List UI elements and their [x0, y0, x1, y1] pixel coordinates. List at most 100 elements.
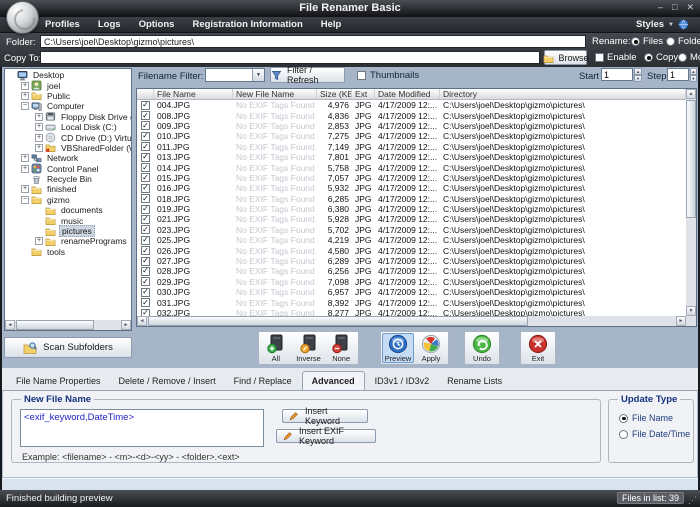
row-checkbox[interactable]: ✓ — [141, 225, 150, 234]
start-input[interactable] — [601, 68, 633, 81]
row-checkbox[interactable]: ✓ — [141, 288, 150, 297]
update-file-datetime-radio[interactable] — [619, 430, 628, 439]
row-checkbox[interactable]: ✓ — [141, 173, 150, 182]
maximize-button[interactable]: □ — [672, 2, 677, 12]
insert-exif-keyword-button[interactable]: Insert EXIF Keyword — [276, 429, 376, 443]
menu-help[interactable]: Help — [312, 19, 351, 30]
tab-find-replace[interactable]: Find / Replace — [226, 373, 300, 390]
table-row[interactable]: ✓008.JPGNo EXIF Tags Found4,836JPG4/17/2… — [137, 110, 686, 120]
start-down-icon[interactable]: ▼ — [634, 75, 642, 82]
menu-profiles[interactable]: Profiles — [36, 19, 89, 30]
apply-button[interactable]: Apply — [415, 333, 447, 363]
tree-expander-icon[interactable]: + — [35, 113, 43, 121]
scroll-up-icon[interactable]: ▲ — [686, 89, 696, 99]
tree-expander-icon[interactable]: − — [21, 102, 29, 110]
resize-grip[interactable]: ⋰ — [688, 495, 698, 505]
tree-item-recycle-bin[interactable]: +Recycle Bin — [5, 174, 131, 184]
tree-item-finished[interactable]: +finished — [5, 184, 131, 194]
tab-file-name-properties[interactable]: File Name Properties — [8, 373, 109, 390]
step-down-icon[interactable]: ▼ — [690, 75, 697, 82]
rename-folders-radio[interactable] — [666, 37, 675, 46]
row-checkbox[interactable]: ✓ — [141, 153, 150, 162]
column-header-directory[interactable]: Directory — [440, 89, 686, 99]
tree-item-floppy-disk-drive-a[interactable]: +Floppy Disk Drive (A:) — [5, 112, 131, 122]
tree-item-network[interactable]: +Network — [5, 153, 131, 163]
tab-delete-remove-insert[interactable]: Delete / Remove / Insert — [111, 373, 224, 390]
tree-expander-icon[interactable]: + — [21, 185, 29, 193]
row-checkbox[interactable]: ✓ — [141, 267, 150, 276]
update-file-name-radio[interactable] — [619, 414, 628, 423]
tree-item-desktop[interactable]: +Desktop — [5, 70, 131, 80]
tree-item-documents[interactable]: +documents — [5, 205, 131, 215]
table-row[interactable]: ✓015.JPGNo EXIF Tags Found7,057JPG4/17/2… — [137, 173, 686, 183]
scan-subfolders-button[interactable]: Scan Subfolders — [4, 337, 132, 358]
menu-options[interactable]: Options — [130, 19, 184, 30]
table-row[interactable]: ✓023.JPGNo EXIF Tags Found5,702JPG4/17/2… — [137, 225, 686, 235]
menu-logs[interactable]: Logs — [89, 19, 130, 30]
exit-button[interactable]: Exit — [522, 333, 554, 363]
tree-expander-icon[interactable]: + — [35, 144, 43, 152]
inverse-button[interactable]: Inverse — [293, 333, 325, 363]
tree-expander-icon[interactable]: + — [35, 134, 43, 142]
start-stepper[interactable]: ▲▼ — [601, 68, 642, 81]
none-button[interactable]: None — [325, 333, 357, 363]
move-radio[interactable] — [678, 53, 687, 62]
scroll-left-icon[interactable]: ◄ — [137, 316, 147, 326]
scroll-down-icon[interactable]: ▼ — [686, 306, 696, 316]
filename-filter-combobox[interactable]: ▼ — [205, 68, 265, 82]
table-row[interactable]: ✓027.JPGNo EXIF Tags Found6,289JPG4/17/2… — [137, 256, 686, 266]
table-row[interactable]: ✓030.JPGNo EXIF Tags Found6,957JPG4/17/2… — [137, 287, 686, 297]
table-row[interactable]: ✓016.JPGNo EXIF Tags Found5,932JPG4/17/2… — [137, 183, 686, 193]
table-row[interactable]: ✓011.JPGNo EXIF Tags Found7,149JPG4/17/2… — [137, 142, 686, 152]
tree-item-vbsharedfolder-vboxsvr-2[interactable]: +VBSharedFolder (\\vboxsvr) (2 — [5, 143, 131, 153]
tree-item-renameprograms[interactable]: +renamePrograms — [5, 236, 131, 246]
browse-button[interactable]: Browse — [544, 50, 587, 65]
scroll-left-icon[interactable]: ◄ — [5, 320, 15, 330]
step-stepper[interactable]: ▲▼ — [667, 68, 697, 81]
table-row[interactable]: ✓031.JPGNo EXIF Tags Found8,392JPG4/17/2… — [137, 297, 686, 307]
table-row[interactable]: ✓029.JPGNo EXIF Tags Found7,098JPG4/17/2… — [137, 277, 686, 287]
table-row[interactable]: ✓032.JPGNo EXIF Tags Found8,277JPG4/17/2… — [137, 308, 686, 316]
row-checkbox[interactable]: ✓ — [141, 101, 150, 110]
preview-button[interactable]: Preview — [382, 333, 414, 363]
folder-input[interactable] — [40, 35, 586, 48]
row-checkbox[interactable]: ✓ — [141, 121, 150, 130]
tree-item-public[interactable]: +Public — [5, 91, 131, 101]
table-row[interactable]: ✓010.JPGNo EXIF Tags Found7,275JPG4/17/2… — [137, 131, 686, 141]
tree-item-computer[interactable]: −Computer — [5, 101, 131, 111]
row-checkbox[interactable]: ✓ — [141, 111, 150, 120]
enable-checkbox[interactable] — [595, 53, 604, 62]
row-checkbox[interactable]: ✓ — [141, 277, 150, 286]
table-row[interactable]: ✓028.JPGNo EXIF Tags Found6,256JPG4/17/2… — [137, 266, 686, 276]
scroll-right-icon[interactable]: ► — [676, 316, 686, 326]
row-checkbox[interactable]: ✓ — [141, 215, 150, 224]
tree-expander-icon[interactable]: + — [21, 165, 29, 173]
row-checkbox[interactable]: ✓ — [141, 184, 150, 193]
row-checkbox[interactable]: ✓ — [141, 236, 150, 245]
row-checkbox[interactable]: ✓ — [141, 194, 150, 203]
step-input[interactable] — [667, 68, 689, 81]
tree-item-pictures[interactable]: +pictures — [5, 226, 131, 236]
tree-horizontal-scrollbar[interactable]: ◄ ► — [5, 320, 131, 330]
tree-item-gizmo[interactable]: −gizmo — [5, 195, 131, 205]
tree-item-control-panel[interactable]: +Control Panel — [5, 164, 131, 174]
table-row[interactable]: ✓013.JPGNo EXIF Tags Found7,801JPG4/17/2… — [137, 152, 686, 162]
tree-item-local-disk-c[interactable]: +Local Disk (C:) — [5, 122, 131, 132]
row-checkbox[interactable]: ✓ — [141, 132, 150, 141]
row-checkbox[interactable]: ✓ — [141, 257, 150, 266]
tree-expander-icon[interactable]: + — [35, 237, 43, 245]
insert-keyword-button[interactable]: Insert Keyword — [282, 409, 368, 423]
table-row[interactable]: ✓026.JPGNo EXIF Tags Found4,580JPG4/17/2… — [137, 245, 686, 255]
tree-expander-icon[interactable]: + — [21, 154, 29, 162]
tree-item-cd-drive-d-virtualbox-guest[interactable]: +CD Drive (D:) VirtualBox Guest — [5, 132, 131, 142]
row-checkbox[interactable]: ✓ — [141, 205, 150, 214]
column-header-ext[interactable]: Ext — [352, 89, 375, 99]
undo-button[interactable]: Undo — [466, 333, 498, 363]
table-horizontal-scrollbar[interactable]: ◄ ► — [137, 316, 686, 326]
tree-expander-icon[interactable]: + — [35, 123, 43, 131]
tab-advanced[interactable]: Advanced — [302, 371, 365, 391]
tree-expander-icon[interactable]: − — [21, 196, 29, 204]
column-header-checkbox[interactable] — [137, 89, 154, 99]
table-vertical-scrollbar[interactable]: ▲ ▼ — [686, 89, 696, 316]
styles-menu[interactable]: Styles ▼ — [636, 19, 700, 31]
